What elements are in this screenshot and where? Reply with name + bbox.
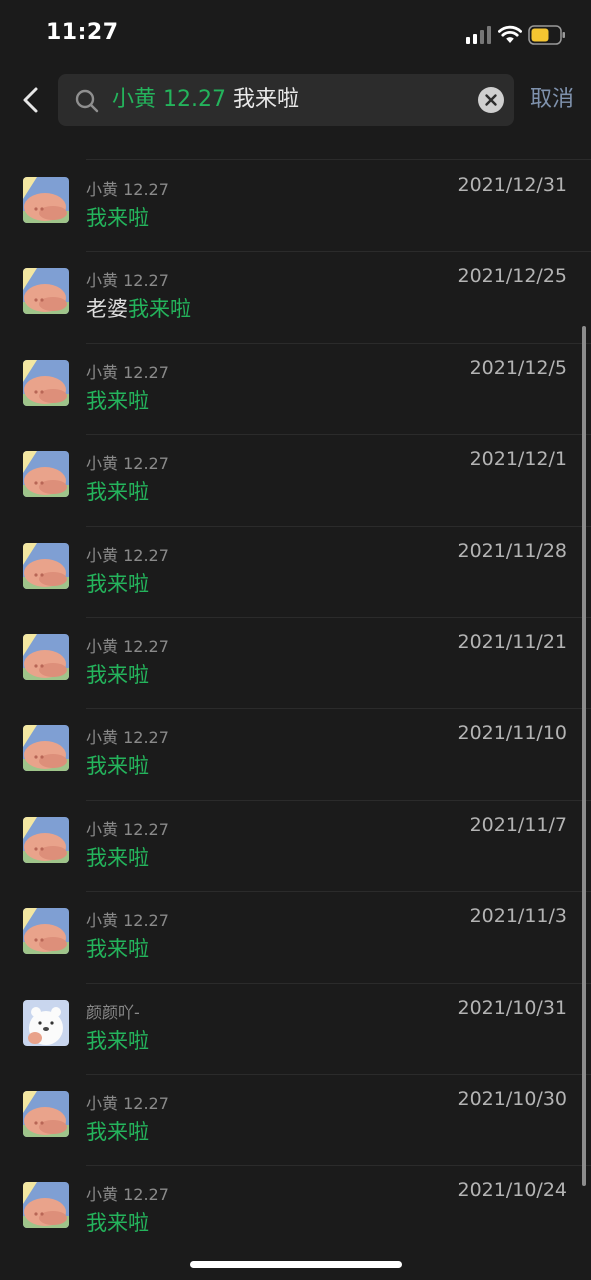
search-header: 小黄 12.27 我来啦 取消 <box>0 66 591 142</box>
search-result-row[interactable]: 小黄 12.27 2021/11/28 我来啦 <box>0 526 591 617</box>
result-sender-name: 小黄 12.27 <box>86 362 169 382</box>
search-result-row[interactable]: 小黄 12.27 2021/11/3 我来啦 <box>0 891 591 982</box>
search-input[interactable]: 小黄 12.27 我来啦 <box>58 74 514 126</box>
snippet-match: 我来啦 <box>86 937 149 962</box>
pig-avatar <box>23 451 69 498</box>
result-message-snippet: 我来啦 <box>86 202 149 232</box>
scrollbar[interactable] <box>582 326 586 1186</box>
result-message-snippet: 我来啦 <box>86 750 149 780</box>
pig-avatar <box>23 177 69 223</box>
snippet-match: 我来啦 <box>86 571 149 596</box>
result-date: 2021/12/25 <box>457 265 567 288</box>
result-message-snippet: 我来啦 <box>86 1025 149 1055</box>
search-result-row[interactable]: 小黄 12.27 2021/10/30 我来啦 <box>0 1074 591 1165</box>
status-time: 11:27 <box>46 20 119 45</box>
result-message-snippet: 我来啦 <box>86 476 149 506</box>
home-indicator[interactable] <box>190 1261 402 1268</box>
result-sender-name: 小黄 12.27 <box>86 180 169 199</box>
battery-icon <box>528 25 565 45</box>
pig-avatar <box>23 725 69 772</box>
result-message-snippet: 老婆我来啦 <box>86 293 191 323</box>
wifi-icon <box>498 25 522 43</box>
result-sender-name: 小黄 12.27 <box>86 728 169 748</box>
search-icon <box>75 89 99 113</box>
result-date: 2021/11/28 <box>457 539 567 562</box>
result-date: 2021/11/21 <box>457 631 567 653</box>
result-sender-name: 小黄 12.27 <box>86 454 169 474</box>
snippet-match: 我来啦 <box>86 663 149 687</box>
search-result-row[interactable]: 小黄 12.27 2021/10/24 我来啦 <box>0 1165 591 1256</box>
result-sender-name: 颜颜吖- <box>86 1002 140 1022</box>
result-message-snippet: 我来啦 <box>86 1116 149 1146</box>
pig-avatar <box>23 634 69 680</box>
search-result-row[interactable]: 小黄 12.27 2021/11/21 我来啦 <box>0 617 591 708</box>
pig-avatar <box>23 542 69 589</box>
result-date: 2021/12/31 <box>457 174 567 196</box>
pig-avatar <box>23 816 69 863</box>
result-message-snippet: 我来啦 <box>86 659 149 689</box>
search-result-row[interactable]: 小黄 12.27 2021/11/7 我来啦 <box>0 800 591 891</box>
result-date: 2021/11/7 <box>469 813 567 836</box>
clear-search-icon[interactable] <box>478 87 504 113</box>
result-message-snippet: 我来啦 <box>86 1207 149 1237</box>
search-result-row[interactable]: 小黄 12.27 2021/12/5 我来啦 <box>0 343 591 434</box>
result-date: 2021/10/31 <box>457 996 567 1019</box>
snippet-match: 我来啦 <box>86 845 149 870</box>
search-result-row[interactable]: 颜颜吖- 2021/10/31 我来啦 <box>0 983 591 1074</box>
snippet-match: 我来啦 <box>86 754 149 779</box>
snippet-match: 我来啦 <box>86 1211 149 1236</box>
snippet-match: 我来啦 <box>86 206 149 230</box>
result-message-snippet: 我来啦 <box>86 842 149 872</box>
result-sender-name: 小黄 12.27 <box>86 271 169 291</box>
bear-avatar <box>23 999 69 1046</box>
result-date: 2021/11/10 <box>457 722 567 745</box>
search-result-row[interactable]: 小黄 12.27 2021/12/31 我来啦 <box>0 160 591 251</box>
result-sender-name: 小黄 12.27 <box>86 1094 169 1113</box>
search-query[interactable]: 小黄 12.27 我来啦 <box>112 86 299 114</box>
snippet-match: 我来啦 <box>128 297 191 322</box>
search-query-rest: 我来啦 <box>225 87 299 112</box>
search-results-list: 小黄 12.27 2021/12/31 我来啦 小黄 12.27 2021/12… <box>0 142 591 1280</box>
pig-avatar <box>23 268 69 315</box>
result-sender-name: 小黄 12.27 <box>86 911 169 931</box>
search-query-highlight: 小黄 12.27 <box>112 87 226 112</box>
result-sender-name: 小黄 12.27 <box>86 819 169 839</box>
result-message-snippet: 我来啦 <box>86 933 149 963</box>
result-date: 2021/11/3 <box>469 905 567 928</box>
result-sender-name: 小黄 12.27 <box>86 637 169 656</box>
snippet-match: 我来啦 <box>86 1028 149 1053</box>
search-result-row[interactable]: 小黄 12.27 2021/11/10 我来啦 <box>0 708 591 799</box>
result-message-snippet: 我来啦 <box>86 385 149 415</box>
pig-avatar <box>23 359 69 406</box>
cancel-button[interactable]: 取消 <box>530 86 574 114</box>
back-button[interactable] <box>14 80 50 120</box>
snippet-prefix: 老婆 <box>86 297 128 322</box>
result-date: 2021/10/30 <box>457 1088 567 1110</box>
chat-search-screen: 11:27 小黄 12.27 我来啦 取消 小黄 12.27 2021/12/3… <box>0 0 591 1280</box>
snippet-match: 我来啦 <box>86 1120 149 1144</box>
result-message-snippet: 我来啦 <box>86 568 149 598</box>
status-bar: 11:27 <box>0 0 591 66</box>
cellular-signal-icon <box>466 26 492 44</box>
result-date: 2021/12/5 <box>469 356 567 379</box>
search-result-row[interactable]: 小黄 12.27 2021/12/25 老婆我来啦 <box>0 251 591 342</box>
result-date: 2021/10/24 <box>457 1179 567 1202</box>
pig-avatar <box>23 1182 69 1229</box>
snippet-match: 我来啦 <box>86 480 149 505</box>
result-sender-name: 小黄 12.27 <box>86 1185 169 1205</box>
pig-avatar <box>23 1091 69 1137</box>
result-date: 2021/12/1 <box>469 448 567 471</box>
snippet-match: 我来啦 <box>86 388 149 413</box>
result-sender-name: 小黄 12.27 <box>86 545 169 565</box>
search-result-row[interactable]: 小黄 12.27 2021/12/1 我来啦 <box>0 434 591 525</box>
pig-avatar <box>23 908 69 955</box>
